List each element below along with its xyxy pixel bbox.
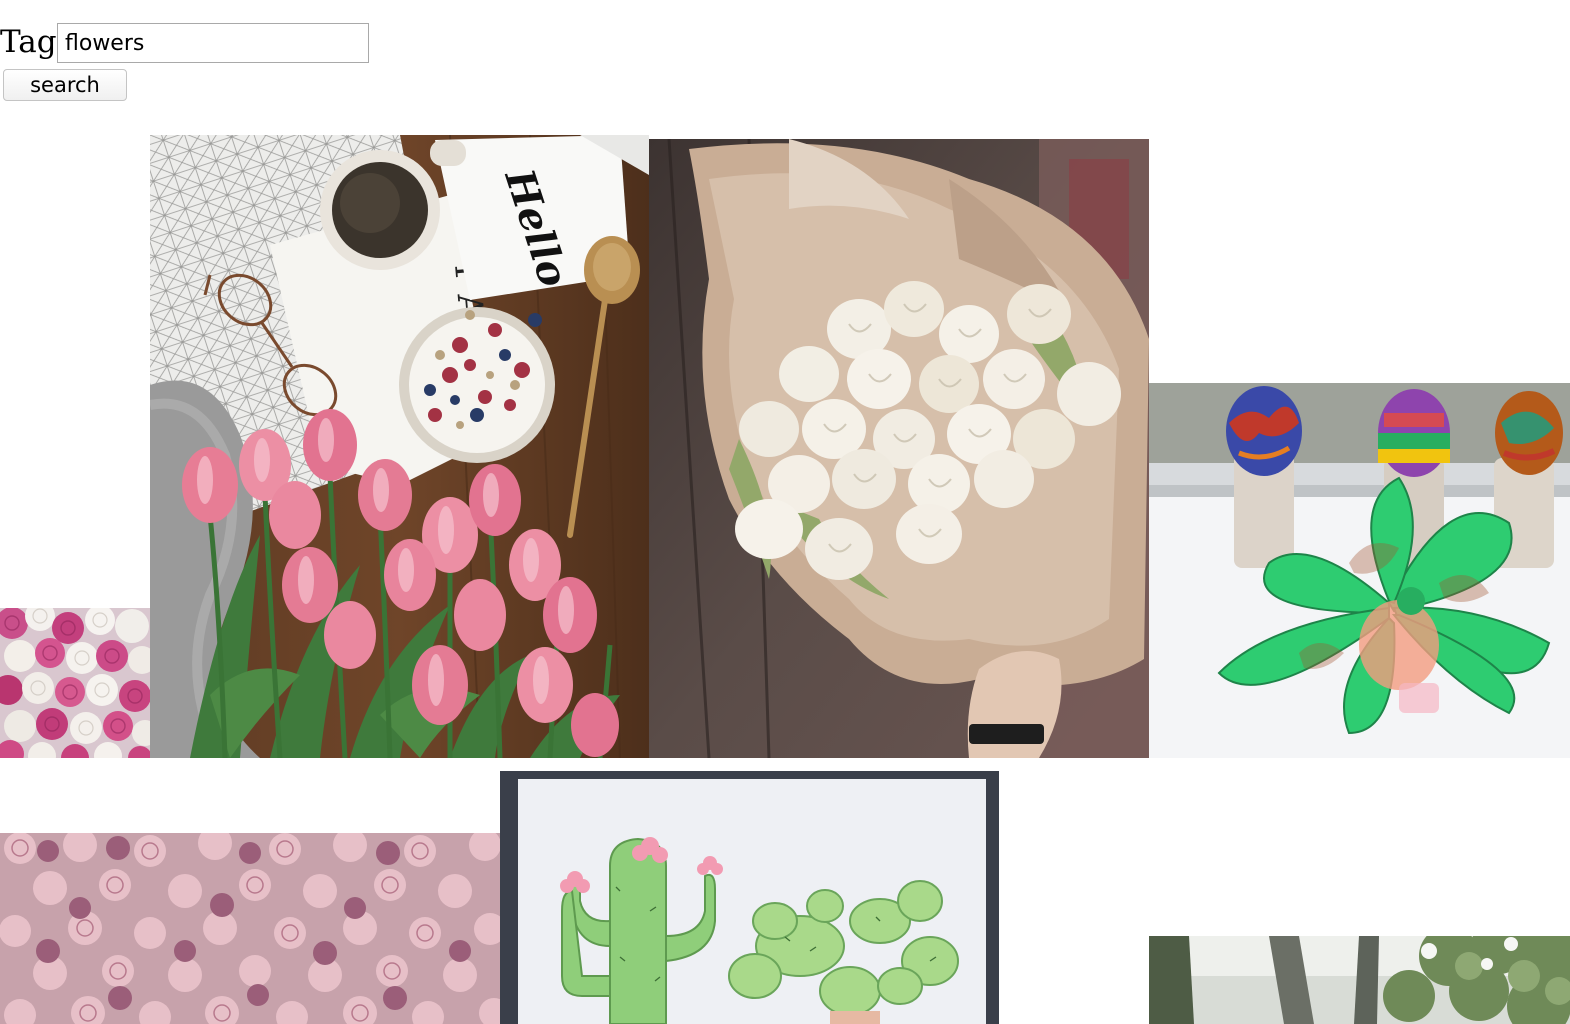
photo-tree-canopy[interactable] [1149,936,1570,1024]
photo-cactus-painting[interactable] [500,771,999,1024]
tag-search-input[interactable] [57,23,369,63]
search-button[interactable]: search [3,69,127,101]
photo-pink-white-roses[interactable] [0,608,150,758]
photo-white-tulip-bouquet[interactable] [649,139,1149,758]
photo-pink-tulips-breakfast[interactable]: PARIS Hello [150,135,649,758]
photo-paper-flower-eggs[interactable] [1149,383,1570,758]
photo-rose-wall[interactable] [0,833,500,1024]
